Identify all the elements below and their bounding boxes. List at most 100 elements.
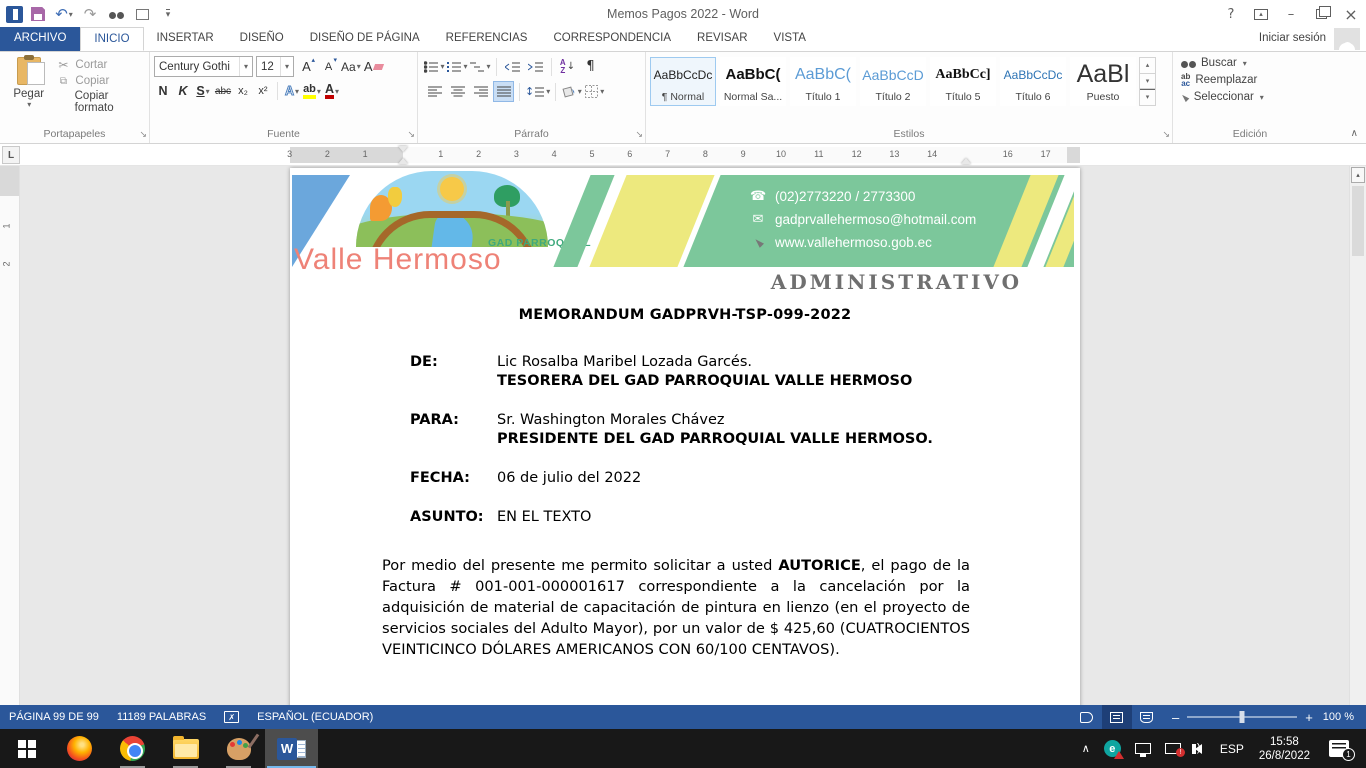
document-page[interactable]: GAD PARROQUIAL Valle Hermoso ☎(02)277322… xyxy=(290,168,1080,705)
scrollbar-thumb[interactable] xyxy=(1352,186,1364,256)
decrease-indent-button[interactable] xyxy=(502,56,523,77)
tab-diseño-de-página[interactable]: DISEÑO DE PÁGINA xyxy=(297,27,433,51)
font-name-dropdown-icon[interactable]: ▾ xyxy=(239,57,252,76)
cut-button[interactable]: ✂Cortar xyxy=(55,58,147,72)
line-spacing-button[interactable]: ↕▾ xyxy=(525,81,550,102)
proofing-status[interactable]: ✗ xyxy=(215,705,248,729)
font-name-combo[interactable]: Century Gothi▾ xyxy=(154,56,253,77)
increase-indent-button[interactable] xyxy=(525,56,546,77)
tab-revisar[interactable]: REVISAR xyxy=(684,27,761,51)
shading-button[interactable]: ▾ xyxy=(561,81,582,102)
tab-insertar[interactable]: INSERTAR xyxy=(144,27,227,51)
superscript-button[interactable]: x² xyxy=(254,81,272,101)
restore-button[interactable] xyxy=(1306,0,1336,28)
taskbar-chrome[interactable] xyxy=(106,729,159,768)
select-button[interactable]: ►Seleccionar▾ xyxy=(1181,91,1325,103)
font-size-dropdown-icon[interactable]: ▾ xyxy=(280,57,293,76)
horizontal-ruler[interactable]: 32112345678910111213141617 xyxy=(290,147,1080,163)
vertical-scrollbar[interactable]: ▴ xyxy=(1349,166,1366,705)
text-effects-button[interactable]: A▾ xyxy=(283,81,301,101)
style-item-t-tulo-5[interactable]: AaBbCc]Título 5 xyxy=(930,57,996,106)
taskbar-word[interactable]: W xyxy=(265,729,318,768)
subscript-button[interactable]: x₂ xyxy=(234,81,252,101)
redo-button[interactable]: ↷ xyxy=(79,3,101,25)
scroll-up-button[interactable]: ▴ xyxy=(1351,167,1365,183)
format-painter-button[interactable]: Copiar formato xyxy=(55,90,147,114)
tray-clock[interactable]: 15:58 26/8/2022 xyxy=(1251,735,1318,763)
vertical-ruler[interactable]: 1 2 xyxy=(0,166,20,705)
tab-inicio[interactable]: INICIO xyxy=(80,27,143,51)
sign-in-link[interactable]: Iniciar sesión xyxy=(1259,32,1326,44)
clear-formatting-button[interactable]: A xyxy=(364,56,383,77)
styles-scroll-up[interactable]: ▴ xyxy=(1140,58,1155,74)
estilos-dialog-launcher[interactable]: ↘ xyxy=(1162,130,1170,140)
tray-antivirus[interactable]: e xyxy=(1097,729,1128,768)
font-color-button[interactable]: A▾ xyxy=(323,81,341,101)
paste-button[interactable]: Pegar ▾ xyxy=(2,55,55,114)
print-preview-button[interactable] xyxy=(131,3,153,25)
style-item-normal-sa-[interactable]: AaBbC(Normal Sa... xyxy=(720,57,786,106)
tray-network[interactable] xyxy=(1128,729,1158,768)
bold-button[interactable]: N xyxy=(154,81,172,101)
tab-archivo[interactable]: ARCHIVO xyxy=(0,27,80,51)
multilevel-list-button[interactable]: ▾ xyxy=(470,56,491,77)
action-center-button[interactable]: 1 xyxy=(1318,729,1366,768)
align-left-button[interactable] xyxy=(424,81,445,102)
undo-button[interactable]: ↶▾ xyxy=(53,3,75,25)
find-qat-button[interactable] xyxy=(105,3,127,25)
paste-dropdown-icon[interactable]: ▾ xyxy=(27,100,31,109)
styles-scroll-down[interactable]: ▾ xyxy=(1140,74,1155,90)
style-item-puesto[interactable]: AaBlPuesto xyxy=(1070,57,1136,106)
customize-qat-button[interactable]: ▾ xyxy=(157,3,179,25)
borders-button[interactable]: ▾ xyxy=(584,81,605,102)
web-layout-view-button[interactable] xyxy=(1132,705,1162,729)
justify-button[interactable] xyxy=(493,81,514,102)
page-indicator[interactable]: PÁGINA 99 DE 99 xyxy=(0,705,108,729)
first-line-indent-marker[interactable] xyxy=(398,146,408,152)
italic-button[interactable]: K xyxy=(174,81,192,101)
strikethrough-button[interactable]: abc xyxy=(214,81,232,101)
zoom-slider-thumb[interactable] xyxy=(1240,711,1245,723)
tab-correspondencia[interactable]: CORRESPONDENCIA xyxy=(540,27,684,51)
help-button[interactable]: ? xyxy=(1216,0,1246,28)
numbered-list-button[interactable]: ▾ xyxy=(447,56,468,77)
undo-dropdown-icon[interactable]: ▾ xyxy=(69,10,73,19)
minimize-button[interactable]: – xyxy=(1276,0,1306,28)
ribbon-display-options-button[interactable]: ▴ xyxy=(1246,0,1276,28)
copy-button[interactable]: ⧉Copiar xyxy=(55,75,147,87)
replace-button[interactable]: abacReemplazar xyxy=(1181,73,1325,87)
find-button[interactable]: Buscar▾ xyxy=(1181,57,1325,69)
taskbar-file-explorer[interactable] xyxy=(159,729,212,768)
print-layout-view-button[interactable] xyxy=(1102,705,1132,729)
bullet-list-button[interactable]: ▾ xyxy=(424,56,445,77)
tray-language[interactable]: ESP xyxy=(1213,729,1251,768)
zoom-in-button[interactable]: + xyxy=(1305,710,1313,725)
word-count[interactable]: 11189 PALABRAS xyxy=(108,705,215,729)
show-marks-button[interactable]: ¶ xyxy=(580,56,601,77)
close-button[interactable]: × xyxy=(1336,0,1366,28)
zoom-slider[interactable] xyxy=(1187,716,1297,718)
read-mode-view-button[interactable] xyxy=(1072,705,1102,729)
parrafo-dialog-launcher[interactable]: ↘ xyxy=(635,130,643,140)
avatar[interactable] xyxy=(1334,28,1360,50)
style-item--normal[interactable]: AaBbCcDc¶ Normal xyxy=(650,57,716,106)
language-indicator[interactable]: ESPAÑOL (ECUADOR) xyxy=(248,705,382,729)
portapapeles-dialog-launcher[interactable]: ↘ xyxy=(139,130,147,140)
styles-gallery-more[interactable]: ▾ xyxy=(1140,89,1155,105)
font-size-combo[interactable]: 12▾ xyxy=(256,56,294,77)
tab-diseño[interactable]: DISEÑO xyxy=(227,27,297,51)
zoom-percentage[interactable]: 100 % xyxy=(1323,711,1366,723)
underline-button[interactable]: S▾ xyxy=(194,81,212,101)
tab-vista[interactable]: VISTA xyxy=(761,27,819,51)
save-button[interactable] xyxy=(27,3,49,25)
zoom-out-button[interactable]: – xyxy=(1172,710,1179,725)
left-indent-marker[interactable] xyxy=(398,158,408,164)
tray-security[interactable]: ! xyxy=(1158,729,1188,768)
taskbar-paint[interactable] xyxy=(212,729,265,768)
style-item-t-tulo-6[interactable]: AaBbCcDcTítulo 6 xyxy=(1000,57,1066,106)
shrink-font-button[interactable]: A▾ xyxy=(319,56,338,77)
document-area[interactable]: 1 2 GAD PARROQUIAL Valle Hermoso xyxy=(0,166,1366,705)
fuente-dialog-launcher[interactable]: ↘ xyxy=(407,130,415,140)
start-button[interactable] xyxy=(0,729,53,768)
sort-button[interactable]: AZ ↓ xyxy=(557,56,578,77)
